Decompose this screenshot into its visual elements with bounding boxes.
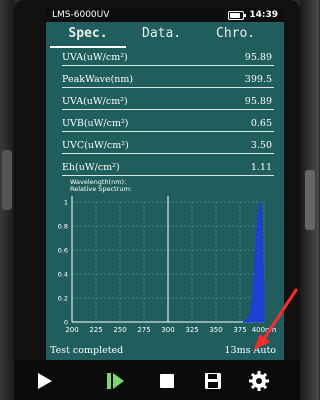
- y-tick-label: 0.2: [58, 295, 68, 303]
- x-tick-label: 350: [209, 326, 222, 334]
- reading-value: 95.89: [244, 96, 272, 107]
- reading-value: 3.50: [250, 140, 272, 151]
- device-screen: LMS-6000UV 14:39 Spec. Data. Chro. UVA(u…: [46, 8, 284, 360]
- tab-bar: Spec. Data. Chro.: [46, 22, 284, 48]
- y-tick-label: 0.6: [58, 247, 68, 255]
- x-tick-label: 250: [113, 326, 126, 334]
- reading-label: UVA(uW/cm²): [62, 52, 128, 63]
- row-divider: [62, 109, 274, 110]
- x-tick-label: 225: [89, 326, 102, 334]
- reading-label: Eh(uW/cm²): [62, 162, 120, 173]
- reading-value: 1.11: [250, 162, 272, 173]
- annotation-arrow-icon: [254, 288, 298, 350]
- status-footer: Test completed 13ms Auto: [46, 338, 284, 360]
- tab-spec[interactable]: Spec.: [50, 26, 126, 48]
- save-icon[interactable]: [202, 370, 224, 392]
- x-tick-label: 375: [233, 326, 246, 334]
- row-divider: [62, 65, 274, 66]
- reading-row: Eh(uW/cm²) 1.11: [62, 160, 274, 176]
- reading-value: 95.89: [244, 52, 272, 63]
- toolbar: [14, 360, 300, 400]
- side-button-left: [2, 150, 12, 210]
- row-divider: [62, 87, 274, 88]
- x-tick-label: 200: [65, 326, 78, 334]
- x-tick-label: 275: [137, 326, 150, 334]
- battery-icon: [228, 11, 246, 20]
- row-divider: [62, 153, 274, 154]
- reading-label: PeakWave(nm): [62, 74, 134, 85]
- y-tick-label: 0: [64, 319, 68, 327]
- reading-row: UVA(uW/cm²) 95.89: [62, 94, 274, 110]
- reading-label: UVB(uW/cm²): [62, 118, 129, 129]
- y-tick-label: 1: [64, 199, 68, 207]
- x-tick-label: 300: [161, 326, 174, 334]
- clock: 14:39: [249, 10, 278, 20]
- reading-label: UVA(uW/cm²): [62, 96, 128, 107]
- side-button-right: [305, 170, 315, 230]
- reading-value: 399.5: [244, 74, 272, 85]
- settings-icon[interactable]: [248, 370, 270, 392]
- row-divider: [62, 175, 274, 176]
- reading-value: 0.65: [250, 118, 272, 129]
- reading-label: UVC(uW/cm²): [62, 140, 129, 151]
- tab-data[interactable]: Data.: [142, 26, 181, 48]
- row-divider: [62, 131, 274, 132]
- step-icon[interactable]: [104, 370, 126, 392]
- stop-icon[interactable]: [156, 370, 178, 392]
- reading-row: PeakWave(nm) 399.5: [62, 72, 274, 88]
- device-title: LMS-6000UV: [52, 10, 110, 20]
- play-icon[interactable]: [34, 370, 56, 392]
- test-status: Test completed: [50, 345, 124, 356]
- battery-level: [230, 13, 240, 18]
- status-bar: LMS-6000UV 14:39: [46, 8, 284, 22]
- reading-row: UVB(uW/cm²) 0.65: [62, 116, 274, 132]
- reading-row: UVA(uW/cm²) 95.89: [62, 50, 274, 66]
- tab-chro[interactable]: Chro.: [216, 26, 255, 48]
- active-tab-indicator: [50, 46, 126, 48]
- reading-row: UVC(uW/cm²) 3.50: [62, 138, 274, 154]
- y-tick-label: 0.4: [58, 271, 68, 279]
- x-tick-label: 325: [185, 326, 198, 334]
- spectrum-chart: 200 225 250 275 300 325 350 375 400nm10.80.60.40…: [58, 196, 276, 334]
- y-tick-label: 0.8: [58, 223, 68, 231]
